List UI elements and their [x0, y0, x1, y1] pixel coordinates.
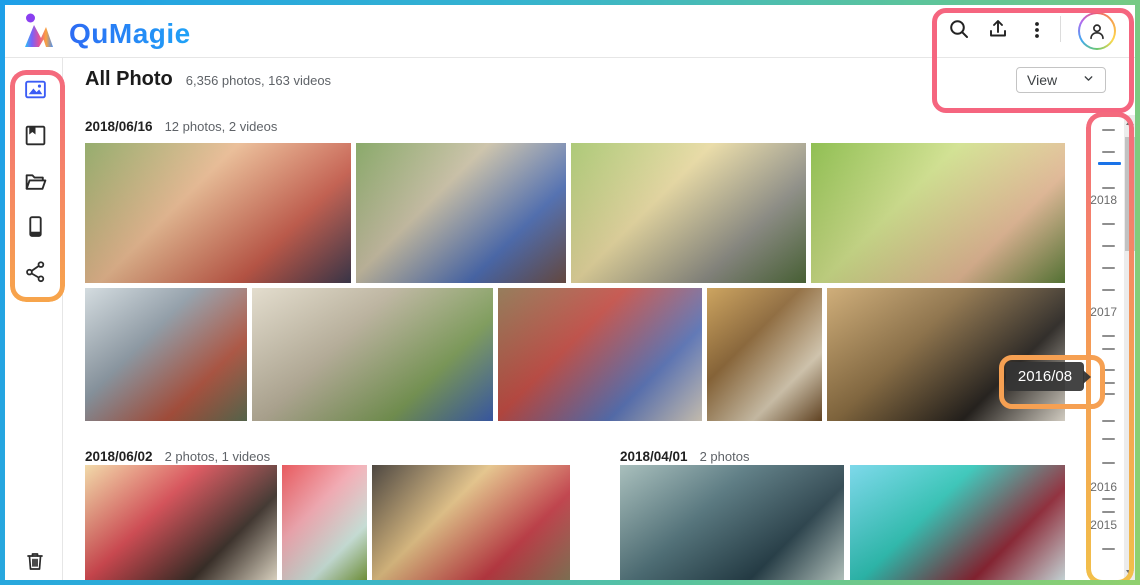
photo-group-header: 2018/06/16 12 photos, 2 videos — [85, 119, 277, 134]
page-title: All Photo — [85, 68, 173, 91]
trash-icon — [23, 549, 47, 578]
topbar-separator — [1060, 16, 1061, 42]
sidebar-item-mobile-uploads[interactable] — [19, 213, 51, 245]
timeline-year-2016: 2016 — [1082, 480, 1117, 494]
timeline-tick — [1102, 369, 1115, 371]
timeline-tick — [1102, 289, 1115, 291]
timeline-tick — [1102, 393, 1115, 395]
photo-thumbnail-harbor-junk-boat[interactable] — [850, 465, 1065, 580]
mobile-icon — [23, 214, 48, 244]
timeline-tick — [1102, 548, 1115, 550]
group-date: 2018/06/16 — [85, 119, 153, 134]
photo-thumbnail-video-camera-on-desk[interactable] — [827, 288, 1065, 421]
folder-icon — [23, 169, 48, 199]
photo-thumbnail-tent-camping-family[interactable] — [252, 288, 493, 421]
photo-thumbnail-family-portrait-outdoor[interactable] — [85, 143, 351, 283]
timeline-year-2015: 2015 — [1082, 518, 1117, 532]
timeline-tick — [1102, 382, 1115, 384]
qumagie-app: QuMagie — [5, 5, 1135, 580]
app-title: QuMagie — [69, 18, 191, 50]
timeline-tooltip-label: 2016/08 — [1018, 368, 1072, 385]
qumagie-logo-icon — [22, 11, 60, 56]
photo-thumbnail-autumn-park-family[interactable] — [707, 288, 822, 421]
group-count: 2 photos — [700, 449, 750, 464]
group-date: 2018/04/01 — [620, 449, 688, 464]
share-icon — [23, 259, 48, 289]
photo-thumbnail-berry-pancake-skillet[interactable] — [85, 465, 277, 580]
timeline-tick — [1102, 511, 1115, 513]
photo-group-header: 2018/04/01 2 photos — [620, 449, 749, 464]
sidebar-item-sharing[interactable] — [19, 258, 51, 290]
timeline-tick — [1102, 438, 1115, 440]
photo-thumbnail-family-hiking-backpacks[interactable] — [85, 288, 247, 421]
user-avatar[interactable] — [1078, 12, 1116, 50]
search-icon[interactable] — [946, 16, 972, 42]
timeline-year-2017: 2017 — [1082, 305, 1117, 319]
timeline-tick — [1102, 151, 1115, 153]
timeline-tick — [1102, 498, 1115, 500]
scrollbar-thumb[interactable] — [1125, 137, 1135, 251]
timeline-tick — [1102, 267, 1115, 269]
timeline-tick — [1102, 348, 1115, 350]
timeline-tick — [1102, 462, 1115, 464]
view-dropdown-label: View — [1027, 72, 1057, 88]
page-subtitle: 6,356 photos, 163 videos — [186, 73, 331, 88]
photo-thumbnail-family-cycling-helmets[interactable] — [356, 143, 566, 283]
timeline-tooltip: 2016/08 — [1006, 362, 1084, 391]
timeline-tick — [1102, 420, 1115, 422]
upload-icon[interactable] — [985, 16, 1011, 42]
user-avatar-icon — [1080, 14, 1114, 48]
sidebar-item-photos[interactable] — [19, 76, 51, 108]
photo-thumbnail-family-picnic-table[interactable] — [498, 288, 702, 421]
scrollbar-up-arrow[interactable] — [1124, 115, 1135, 129]
photo-thumbnail-strawberry-bowl[interactable] — [282, 465, 367, 580]
group-count: 12 photos, 2 videos — [165, 119, 278, 134]
chevron-down-icon — [1082, 72, 1095, 88]
photo-thumbnail-crepes-berries-bowl[interactable] — [372, 465, 570, 580]
album-icon — [23, 123, 48, 153]
sidebar-divider — [62, 58, 63, 580]
timeline-tick — [1102, 223, 1115, 225]
photo-icon — [23, 77, 48, 107]
sidebar-item-trash[interactable] — [19, 547, 51, 579]
topbar-divider — [5, 57, 1135, 58]
scrollbar-down-arrow[interactable] — [1124, 566, 1135, 580]
window-frame: QuMagie — [0, 0, 1140, 585]
sidebar-item-folders[interactable] — [19, 168, 51, 200]
timeline-tick — [1102, 335, 1115, 337]
group-date: 2018/06/02 — [85, 449, 153, 464]
timeline-tick — [1102, 129, 1115, 131]
app-logo[interactable]: QuMagie — [22, 11, 191, 56]
photo-thumbnail-city-skyscrapers[interactable] — [620, 465, 844, 580]
photo-group-header: 2018/06/02 2 photos, 1 videos — [85, 449, 270, 464]
vertical-scrollbar[interactable] — [1124, 115, 1135, 580]
sidebar-item-albums[interactable] — [19, 122, 51, 154]
timeline-year-2018: 2018 — [1082, 193, 1117, 207]
more-options-icon[interactable] — [1024, 17, 1050, 43]
timeline-tick — [1102, 245, 1115, 247]
view-dropdown[interactable]: View — [1016, 67, 1106, 93]
photo-thumbnail-couple-with-bicycle-park[interactable] — [811, 143, 1065, 283]
group-count: 2 photos, 1 videos — [165, 449, 271, 464]
timeline-tick — [1102, 187, 1115, 189]
timeline-tick-active — [1098, 162, 1121, 165]
photo-thumbnail-kids-cycling-road[interactable] — [571, 143, 806, 283]
